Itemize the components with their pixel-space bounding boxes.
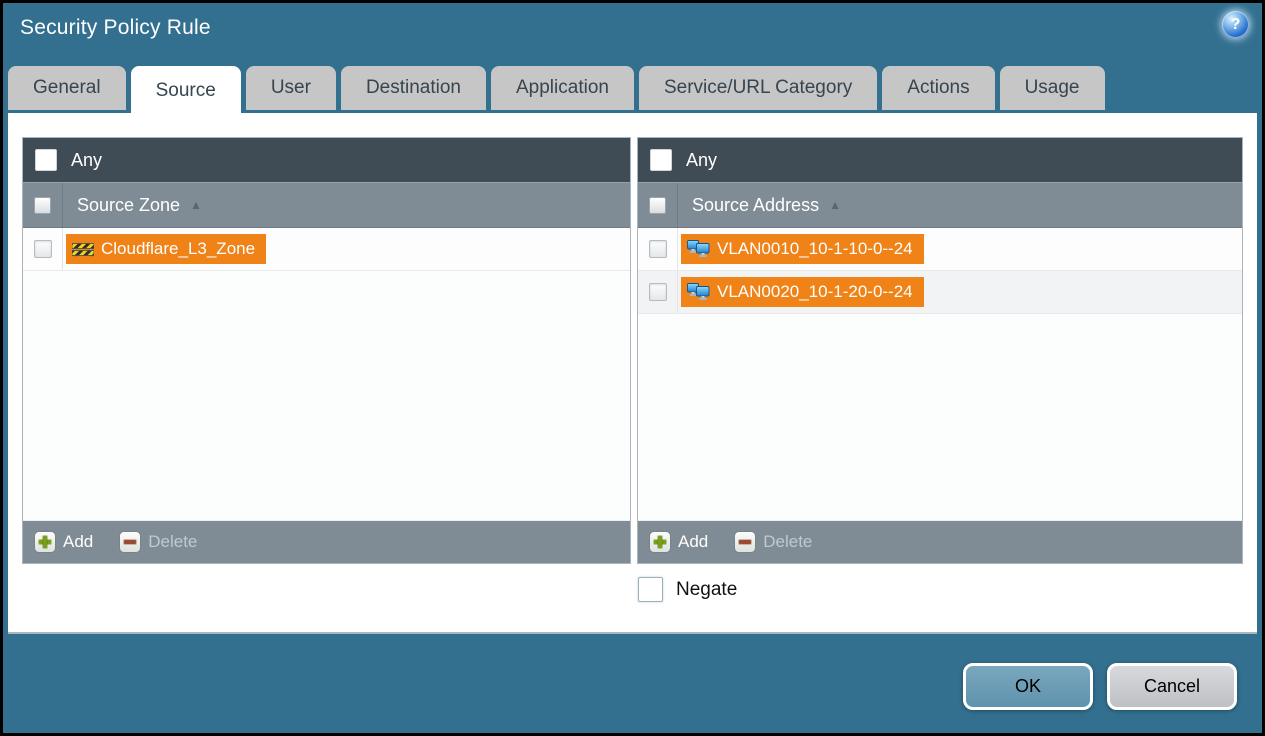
source-zone-row-checkbox[interactable] — [33, 240, 52, 258]
source-zone-add-button[interactable]: Add — [34, 531, 93, 553]
source-address-item-label: VLAN0010_10-1-10-0--24 — [717, 239, 913, 258]
negate-control: Negate — [638, 577, 737, 602]
source-zone-row: Cloudflare_L3_Zone — [23, 228, 630, 271]
add-plus-icon — [649, 531, 671, 553]
add-plus-icon — [34, 531, 56, 553]
delete-minus-icon — [734, 531, 757, 553]
source-address-any-label: Any — [686, 149, 718, 170]
tab-user[interactable]: User — [245, 66, 336, 110]
source-address-panel: Any Source Address ▲ VLAN0010_10-1-10-0-… — [637, 137, 1243, 564]
ok-button[interactable]: OK — [963, 663, 1093, 710]
source-address-row: VLAN0010_10-1-10-0--24 — [638, 228, 1242, 271]
security-policy-rule-dialog: Security Policy Rule ? General Source Us… — [0, 0, 1265, 736]
source-address-delete-button[interactable]: Delete — [734, 531, 812, 553]
negate-checkbox[interactable] — [638, 577, 663, 602]
sort-asc-arrow: ▲ — [829, 198, 841, 212]
source-zone-column-header[interactable]: Source Zone ▲ — [23, 182, 630, 228]
source-zone-column-label: Source Zone — [77, 194, 181, 215]
source-zone-select-all-checkbox[interactable] — [34, 196, 51, 214]
source-zone-item[interactable]: Cloudflare_L3_Zone — [66, 234, 267, 264]
sort-asc-arrow: ▲ — [190, 198, 202, 212]
source-address-add-button[interactable]: Add — [649, 531, 708, 553]
tab-actions[interactable]: Actions — [882, 66, 995, 110]
cancel-button[interactable]: Cancel — [1107, 663, 1237, 710]
source-address-item[interactable]: VLAN0020_10-1-20-0--24 — [681, 277, 924, 307]
source-zone-list: Cloudflare_L3_Zone — [23, 228, 630, 520]
source-zone-footer: Add Delete — [23, 520, 630, 563]
tab-destination[interactable]: Destination — [340, 66, 486, 110]
tab-application[interactable]: Application — [491, 66, 634, 110]
source-zone-panel: Any Source Zone ▲ Cloudflare_L3_Zone Add… — [22, 137, 631, 564]
tab-usage[interactable]: Usage — [999, 66, 1105, 110]
source-zone-any-label: Any — [71, 149, 103, 170]
source-address-list: VLAN0010_10-1-10-0--24 VLAN0020_10-1-20-… — [638, 228, 1242, 520]
source-address-row: VLAN0020_10-1-20-0--24 — [638, 271, 1242, 314]
address-network-icon — [687, 283, 710, 301]
source-address-item-label: VLAN0020_10-1-20-0--24 — [717, 282, 913, 301]
tab-source[interactable]: Source — [130, 66, 241, 115]
source-address-footer: Add Delete — [638, 520, 1242, 563]
source-address-row-checkbox[interactable] — [648, 283, 667, 301]
source-zone-delete-button[interactable]: Delete — [119, 531, 197, 553]
tab-general[interactable]: General — [8, 66, 126, 110]
negate-label: Negate — [676, 578, 738, 600]
dialog-title: Security Policy Rule — [20, 16, 211, 39]
delete-minus-icon — [119, 531, 142, 553]
tab-bar: General Source User Destination Applicat… — [8, 66, 1105, 115]
source-zone-item-label: Cloudflare_L3_Zone — [101, 239, 256, 258]
source-tab-content: Any Source Zone ▲ Cloudflare_L3_Zone Add… — [8, 113, 1257, 634]
zone-icon — [72, 243, 94, 257]
source-address-select-all-checkbox[interactable] — [649, 196, 666, 214]
address-network-icon — [687, 240, 710, 258]
help-icon[interactable]: ? — [1222, 11, 1249, 38]
source-address-item[interactable]: VLAN0010_10-1-10-0--24 — [681, 234, 924, 264]
tab-service-url-category[interactable]: Service/URL Category — [638, 66, 878, 110]
source-zone-any-header: Any — [23, 138, 630, 182]
source-address-column-label: Source Address — [692, 194, 820, 215]
source-address-column-header[interactable]: Source Address ▲ — [638, 182, 1242, 228]
source-zone-any-checkbox[interactable] — [35, 149, 57, 171]
source-address-any-checkbox[interactable] — [650, 149, 672, 171]
source-address-any-header: Any — [638, 138, 1242, 182]
source-address-row-checkbox[interactable] — [648, 240, 667, 258]
